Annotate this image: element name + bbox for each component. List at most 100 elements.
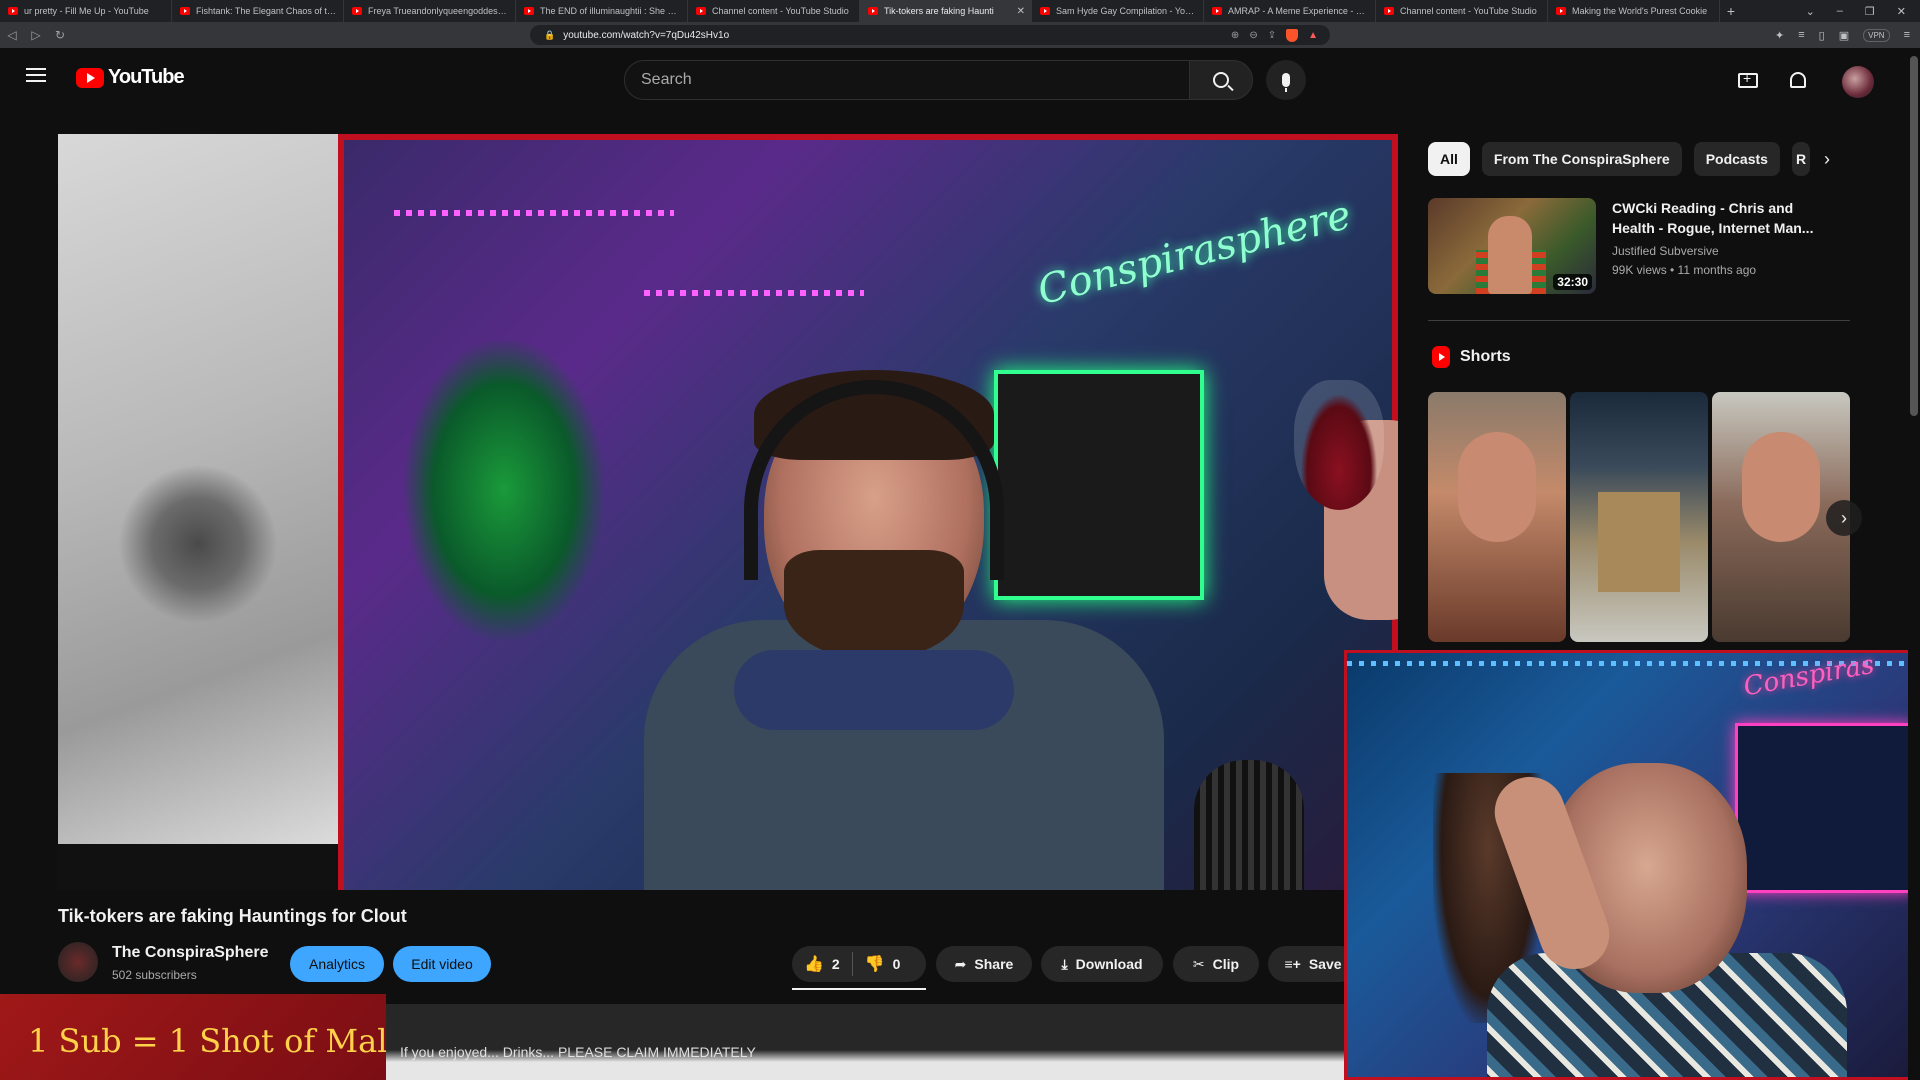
brave-shield-icon[interactable] [1286,28,1299,42]
recommended-title[interactable]: CWCki Reading - Chris and Health - Rogue… [1612,198,1822,238]
extensions-puzzle-icon[interactable]: ✦ [1775,29,1784,42]
reload-icon[interactable]: ↻ [48,28,72,42]
notifications-button[interactable] [1786,68,1810,92]
vpn-button[interactable]: VPN [1863,28,1890,42]
edit-video-button[interactable]: Edit video [393,946,491,982]
wine-glass [1294,380,1384,510]
url-field[interactable]: 🔒 youtube.com/watch?v=7qDu42sHv1o ⊕ ⊖ ⇪ … [530,25,1330,45]
youtube-favicon-icon [8,7,18,15]
chip-all[interactable]: All [1428,142,1470,176]
youtube-favicon-icon [1212,7,1222,15]
lock-icon: 🔒 [544,29,556,40]
share-page-icon[interactable]: ⇪ [1268,30,1276,41]
forward-arrow-icon[interactable]: ▷ [24,28,48,42]
youtube-logo[interactable]: YouTube [76,66,185,89]
browser-tab[interactable]: Freya Trueandonlyqueengoddess D [344,0,516,22]
browser-tab[interactable]: Channel content - YouTube Studio [1376,0,1548,22]
youtube-favicon-icon [1384,7,1394,15]
dislike-button[interactable]: 👎 0 [853,946,913,982]
browser-tab[interactable]: AMRAP - A Meme Experience - You [1204,0,1376,22]
rewards-triangle-icon[interactable]: ▲ [1308,30,1318,41]
like-dislike-group: 👍 2 👎 0 [792,946,926,982]
share-arrow-icon: ➦ [954,955,967,972]
browser-tab-active[interactable]: Tik-tokers are faking Haunti ✕ [860,0,1032,22]
subscriber-count: 502 subscribers [112,968,197,982]
voice-search-button[interactable] [1266,60,1306,100]
video-title: Tik-tokers are faking Hauntings for Clou… [58,906,407,926]
menu-hamburger-icon[interactable] [26,68,46,82]
account-avatar[interactable] [1842,66,1874,98]
browser-tab[interactable]: Fishtank: The Elegant Chaos of the 2 [172,0,344,22]
youtube-favicon-icon [1040,7,1050,15]
browser-tab[interactable]: Sam Hyde Gay Compilation - YouTu [1032,0,1204,22]
minimize-button[interactable]: – [1837,5,1843,18]
chevron-right-icon[interactable]: › [1810,142,1844,176]
browser-tab[interactable]: ur pretty - Fill Me Up - YouTube [0,0,172,22]
wallet-icon[interactable]: ▣ [1839,29,1849,42]
create-button[interactable] [1736,68,1760,92]
tab-search-icon[interactable]: ⌄ [1806,5,1815,18]
scissors-icon: ✂ [1192,955,1205,972]
plant-graphic [404,340,604,640]
install-icon[interactable]: ⊕ [1231,30,1239,41]
recommended-channel[interactable]: Justified Subversive [1612,244,1719,258]
share-button[interactable]: ➦ Share [936,946,1032,982]
cam-neon-sign: Conspiras [1741,650,1877,703]
download-button[interactable]: ⤓ Download [1041,946,1163,982]
channel-name[interactable]: The ConspiraSphere [112,944,268,962]
filter-chips: All From The ConspiraSphere Podcasts R [1428,142,1810,176]
search-button[interactable] [1189,60,1253,100]
playlist-add-icon: ≡+ [1284,956,1301,972]
streamer-figure [644,350,1164,890]
dislike-count: 0 [892,956,901,972]
new-tab-button[interactable]: + [1720,3,1742,19]
video-player[interactable]: Conspirasphere [58,134,1398,890]
clip-button[interactable]: ✂ Clip [1173,946,1259,982]
window-controls: ⌄ – ❐ ✕ [1806,5,1920,18]
browser-address-bar: ◁ ▷ ↻ 🔒 youtube.com/watch?v=7qDu42sHv1o … [0,22,1920,48]
youtube-play-icon [76,67,104,88]
analytics-button[interactable]: Analytics [290,946,384,982]
bell-icon [1790,72,1806,88]
recommended-thumbnail[interactable]: 32:30 [1428,198,1596,294]
download-icon: ⤓ [1061,955,1068,972]
like-button[interactable]: 👍 2 [792,946,852,982]
cam-roses-art [1735,723,1913,893]
chip-podcasts[interactable]: Podcasts [1693,142,1780,176]
video-frame: Conspirasphere [338,134,1398,890]
reading-list-icon[interactable]: ≡ [1798,29,1804,41]
thumbs-down-icon: 👎 [864,956,885,973]
youtube-favicon-icon [868,7,878,15]
browser-tab-bar: ur pretty - Fill Me Up - YouTube Fishtan… [0,0,1920,22]
browser-tab[interactable]: The END of illuminaughtii : She Has [516,0,688,22]
shorts-next-chevron-icon[interactable]: › [1826,500,1862,536]
short-thumbnail[interactable] [1428,392,1566,642]
video-duration: 32:30 [1553,274,1592,290]
close-tab-icon[interactable]: ✕ [1017,6,1025,17]
chip-related[interactable]: R [1791,142,1810,176]
youtube-header: YouTube Search [0,48,1920,110]
close-window-button[interactable]: ✕ [1897,5,1906,18]
search-icon [1213,72,1229,88]
channel-avatar[interactable] [58,942,98,982]
browser-tab[interactable]: Making the World's Purest Cookie [1548,0,1720,22]
extension-toolbar: ✦ ≡ ▯ ▣ VPN ≡ [1775,22,1910,48]
browser-menu-icon[interactable]: ≡ [1904,29,1910,41]
stream-overlay-banner: 1 Sub = 1 Shot of Malort [0,994,386,1080]
microphone-icon [1282,73,1290,92]
youtube-favicon-icon [1556,7,1566,15]
restore-button[interactable]: ❐ [1865,5,1875,18]
shorts-icon [1432,346,1450,368]
zoom-icon[interactable]: ⊖ [1249,30,1257,41]
browser-tab[interactable]: Channel content - YouTube Studio [688,0,860,22]
sidebar-toggle-icon[interactable]: ▯ [1819,29,1825,42]
short-thumbnail[interactable] [1570,392,1708,642]
search-input[interactable]: Search [624,60,1190,100]
youtube-favicon-icon [352,7,362,15]
neon-sign: Conspirasphere [1033,191,1356,315]
chip-from-channel[interactable]: From The ConspiraSphere [1481,142,1682,176]
scrollbar-thumb[interactable] [1910,56,1918,416]
thumbs-up-icon: 👍 [804,956,824,973]
back-arrow-icon[interactable]: ◁ [0,28,24,42]
youtube-favicon-icon [180,7,190,15]
